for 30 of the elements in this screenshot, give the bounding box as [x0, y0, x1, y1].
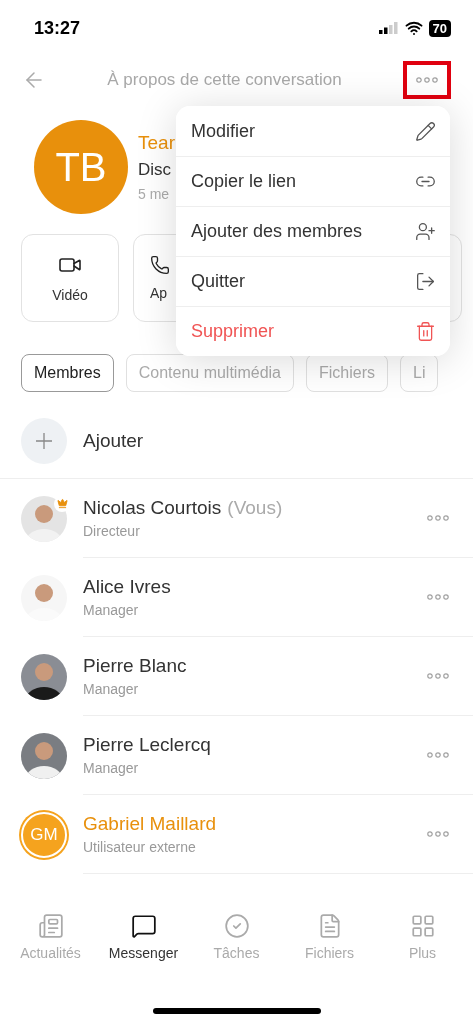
member-name: Nicolas Courtois	[83, 497, 222, 519]
member-avatar: GM	[21, 811, 67, 858]
member-name: Pierre Blanc	[83, 655, 187, 677]
group-description: Disc	[138, 160, 173, 180]
battery-level: 70	[428, 19, 451, 37]
member-name: Pierre Leclercq	[83, 734, 211, 756]
action-label: Vidéo	[52, 287, 88, 303]
member-role: Manager	[83, 602, 140, 618]
menu-item[interactable]: Ajouter des membres	[176, 206, 450, 256]
you-label: (Vous)	[227, 497, 283, 519]
group-name: Tear	[138, 132, 175, 154]
screen-title: À propos de cette conversation	[106, 70, 343, 90]
member-name: Alice Ivres	[83, 576, 171, 598]
member-role: Manager	[83, 681, 140, 697]
menu-item[interactable]: Copier le lien	[176, 156, 450, 206]
member-role: Manager	[83, 760, 140, 776]
member-role: Directeur	[83, 523, 141, 539]
nav-tab[interactable]: Messenger	[98, 912, 189, 982]
menu-item[interactable]: Supprimer	[176, 306, 450, 356]
action-label: Ap	[150, 285, 168, 301]
menu-item[interactable]: Quitter	[176, 256, 450, 306]
action-card[interactable]: Vidéo	[21, 234, 119, 322]
group-meta: 5 me	[138, 186, 171, 202]
status-time: 13:27	[34, 17, 81, 39]
group-avatar: TB	[34, 120, 128, 214]
member-role: Utilisateur externe	[83, 839, 197, 855]
member-name: Gabriel Maillard	[83, 813, 217, 835]
menu-item[interactable]: Modifier	[176, 106, 450, 156]
add-label[interactable]: Ajouter	[83, 430, 144, 452]
tab[interactable]: Membres	[21, 354, 114, 392]
